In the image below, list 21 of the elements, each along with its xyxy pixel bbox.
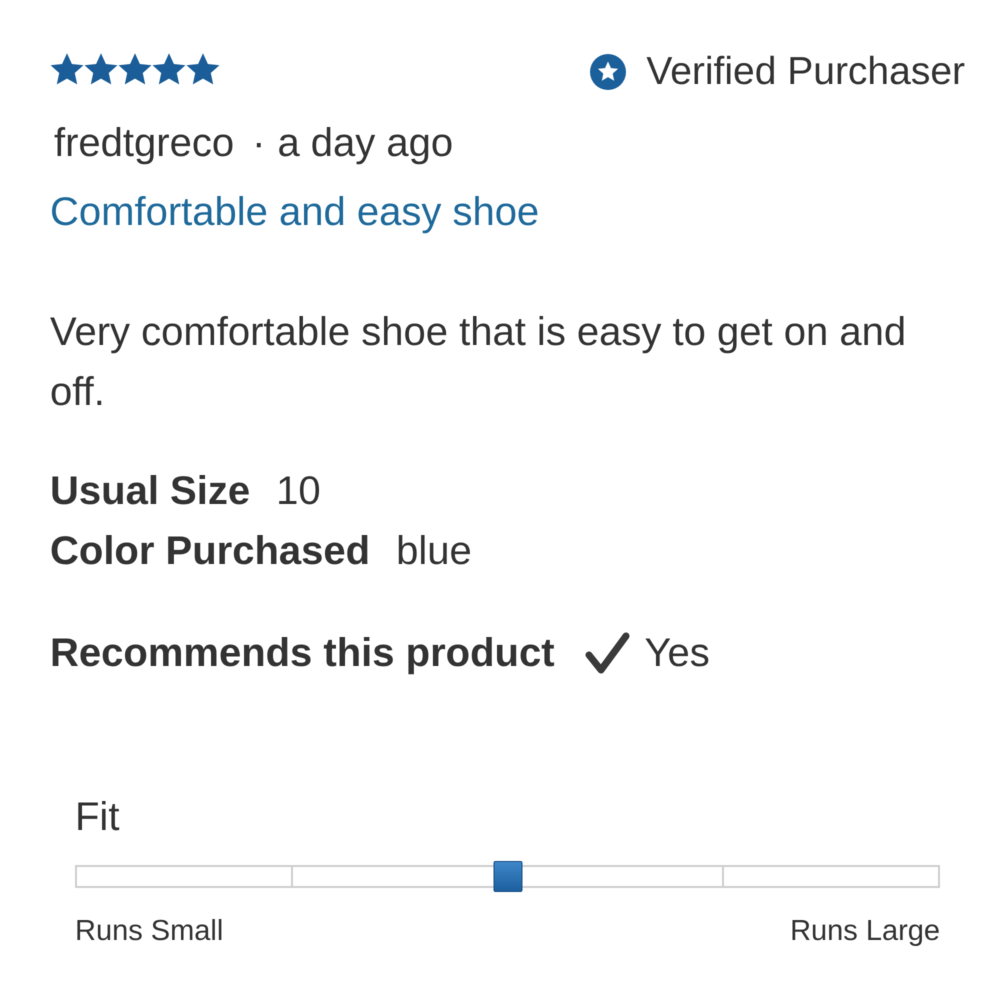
scale-max-label: Runs Large — [790, 914, 940, 948]
scale-min-label: Runs Small — [75, 914, 224, 948]
star-icon — [118, 53, 152, 85]
recommendation-label: Recommends this product — [50, 630, 555, 677]
star-badge-icon — [590, 54, 626, 90]
star-icon — [84, 53, 118, 85]
star-icon — [50, 53, 84, 85]
attribute-value: 10 — [276, 468, 321, 515]
fit-label: Fit — [75, 794, 120, 840]
review-date: a day ago — [277, 120, 454, 166]
attribute-label: Color Purchased — [50, 528, 370, 575]
review-title: Comfortable and easy shoe — [50, 189, 540, 235]
review-body: Very comfortable shoe that is easy to get on and off. — [50, 309, 908, 416]
star-icon — [186, 53, 220, 85]
recommendation-answer: Yes — [644, 630, 710, 677]
attribute-value: blue — [396, 528, 472, 575]
verified-purchaser-label: Verified Purchaser — [646, 49, 965, 95]
author-name: fredtgreco — [54, 120, 234, 166]
separator-dot: · — [252, 120, 266, 166]
attribute-label: Usual Size — [50, 468, 250, 515]
star-icon — [152, 53, 186, 85]
